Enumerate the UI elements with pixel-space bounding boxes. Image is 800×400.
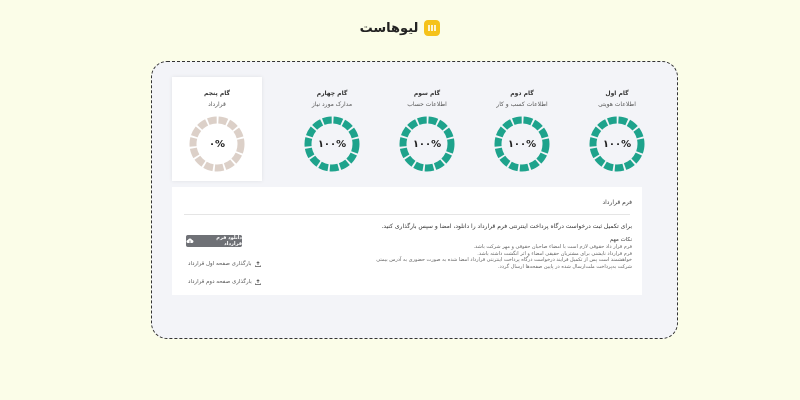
steps-bar: گام اول اطلاعات هویتی ۱۰۰% گام دوم اطلاع…: [172, 77, 662, 181]
step-percent: ۱۰۰%: [602, 138, 632, 150]
note-item: خواهشمند است پس از تکمیل فرایند درخواست …: [376, 257, 632, 264]
step-title: گام سوم: [413, 90, 441, 97]
upload-icon: [254, 261, 261, 267]
brand-name: لیوهاست: [359, 20, 419, 36]
step-progress-ring: ۱۰۰%: [303, 115, 361, 173]
step-2[interactable]: گام دوم اطلاعات کسب و کار ۱۰۰%: [477, 77, 567, 181]
important-notes: نکات مهم فرم قرار داد حقوقی لازم است با …: [376, 237, 632, 270]
upload-label: بارگذاری صفحه دوم قرارداد: [188, 279, 252, 285]
step-title: گام دوم: [510, 90, 534, 97]
step-percent: ۱۰۰%: [317, 138, 347, 150]
brand-icon: [424, 20, 441, 36]
download-contract-button[interactable]: دانلود فرم قرارداد: [186, 235, 242, 247]
step-percent: ۱۰۰%: [507, 138, 537, 150]
contract-description: برای تکمیل ثبت درخواست درگاه پرداخت اینت…: [381, 223, 632, 230]
step-progress-ring: ۱۰۰%: [493, 115, 551, 173]
step-1[interactable]: گام اول اطلاعات هویتی ۱۰۰%: [572, 77, 662, 181]
step-subtitle: اطلاعات کسب و کار: [496, 101, 548, 108]
contract-title: فرم قرارداد: [602, 199, 632, 206]
step-progress-ring: ۱۰۰%: [588, 115, 646, 173]
step-4[interactable]: گام چهارم مدارک مورد نیاز ۱۰۰%: [287, 77, 377, 181]
upload-page2-link[interactable]: بارگذاری صفحه دوم قرارداد: [188, 279, 261, 285]
upload-page1-link[interactable]: بارگذاری صفحه اول قرارداد: [188, 261, 261, 267]
step-percent: ۰%: [208, 138, 226, 150]
upload-label: بارگذاری صفحه اول قرارداد: [188, 261, 252, 267]
step-title: گام پنجم: [204, 90, 230, 97]
step-5[interactable]: گام پنجم قرارداد ۰%: [172, 77, 262, 181]
wizard-frame: گام اول اطلاعات هویتی ۱۰۰% گام دوم اطلاع…: [151, 61, 678, 339]
step-subtitle: قرارداد: [208, 101, 226, 108]
step-progress-ring: ۱۰۰%: [398, 115, 456, 173]
step-title: گام چهارم: [316, 90, 348, 97]
brand-logo[interactable]: لیوهاست: [0, 20, 800, 36]
contract-panel: فرم قرارداد برای تکمیل ثبت درخواست درگاه…: [172, 187, 642, 295]
upload-icon: [254, 279, 261, 285]
step-3[interactable]: گام سوم اطلاعات حساب ۱۰۰%: [382, 77, 472, 181]
cloud-download-icon: [186, 238, 194, 245]
step-progress-ring: ۰%: [188, 115, 246, 173]
step-subtitle: اطلاعات هویتی: [598, 101, 636, 108]
divider: [184, 214, 630, 215]
step-percent: ۱۰۰%: [412, 138, 442, 150]
notes-title: نکات مهم: [609, 237, 632, 243]
step-title: گام اول: [605, 90, 629, 97]
step-subtitle: مدارک مورد نیاز: [311, 101, 353, 108]
note-item: شرکت به‌پرداخت ملت‌ارسال شده در پایین صف…: [497, 263, 632, 270]
download-label: دانلود فرم قرارداد: [216, 235, 242, 247]
step-subtitle: اطلاعات حساب: [407, 101, 447, 108]
